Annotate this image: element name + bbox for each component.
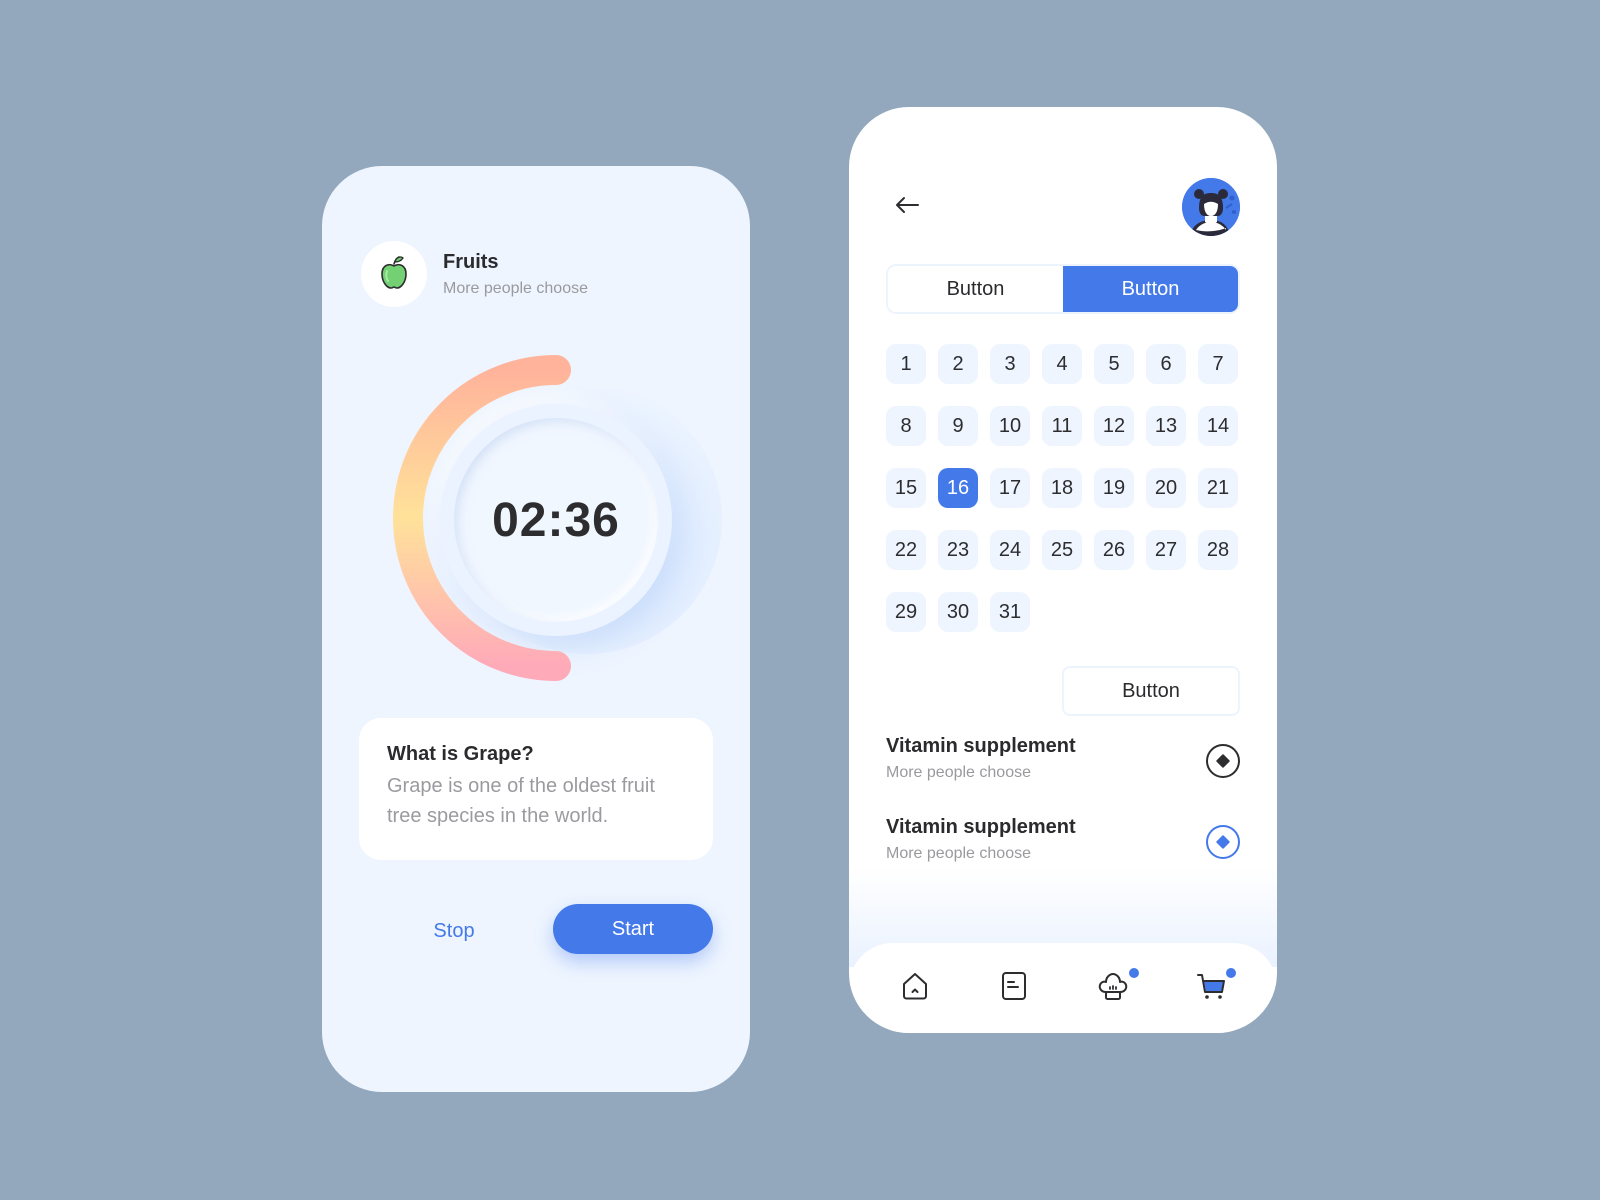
arrow-left-icon	[894, 195, 920, 220]
diamond-icon	[1215, 753, 1231, 769]
segment-button-2[interactable]: Button	[1063, 266, 1238, 312]
calendar-day[interactable]: 29	[886, 592, 926, 632]
calendar-day[interactable]: 14	[1198, 406, 1238, 446]
countdown-timer: 02:36	[382, 344, 722, 684]
calendar-day[interactable]: 5	[1094, 344, 1134, 384]
calendar-day[interactable]: 22	[886, 530, 926, 570]
cart-icon	[1196, 971, 1228, 1006]
calendar-screen: Button Button 1 2 3 4 5 6 7 8 9 10 11 12 13 14 15 16 17 1…	[849, 107, 1277, 1033]
start-button[interactable]: Start	[553, 904, 713, 954]
calendar-day[interactable]: 27	[1146, 530, 1186, 570]
nav-cart[interactable]	[1190, 966, 1236, 1010]
calendar-day[interactable]: 20	[1146, 468, 1186, 508]
avatar-illustration	[1182, 178, 1240, 236]
calendar-day[interactable]: 25	[1042, 530, 1082, 570]
calendar-day[interactable]: 2	[938, 344, 978, 384]
back-button[interactable]	[889, 189, 925, 225]
option-item[interactable]: Vitamin supplement More people choose	[886, 815, 1240, 871]
calendar-grid: 1 2 3 4 5 6 7 8 9 10 11 12 13 14 15 16 17 18 19 20 21 22 23 24 2…	[886, 344, 1240, 632]
radio-button[interactable]	[1206, 744, 1240, 778]
nav-recipes[interactable]	[1091, 966, 1139, 1010]
timer-value: 02:36	[492, 493, 620, 547]
calendar-day-selected[interactable]: 16	[938, 468, 978, 508]
calendar-day[interactable]: 31	[990, 592, 1030, 632]
calendar-day[interactable]: 10	[990, 406, 1030, 446]
option-item[interactable]: Vitamin supplement More people choose	[886, 734, 1240, 790]
stop-button[interactable]: Stop	[394, 906, 514, 956]
info-card-body: Grape is one of the oldest fruit tree sp…	[387, 775, 655, 827]
calendar-day[interactable]: 24	[990, 530, 1030, 570]
calendar-day[interactable]: 23	[938, 530, 978, 570]
category-title: Fruits	[443, 250, 499, 273]
calendar-day[interactable]: 17	[990, 468, 1030, 508]
info-card: What is Grape? Grape is one of the oldes…	[359, 718, 713, 860]
option-title: Vitamin supplement	[886, 816, 1076, 838]
category-subtitle: More people choose	[443, 279, 588, 297]
calendar-day[interactable]: 11	[1042, 406, 1082, 446]
nav-home[interactable]	[893, 966, 937, 1010]
calendar-day[interactable]: 8	[886, 406, 926, 446]
calendar-day[interactable]: 4	[1042, 344, 1082, 384]
calendar-day[interactable]: 26	[1094, 530, 1134, 570]
calendar-day[interactable]: 19	[1094, 468, 1134, 508]
category-avatar	[361, 241, 427, 307]
document-icon	[1000, 971, 1028, 1006]
calendar-day[interactable]: 13	[1146, 406, 1186, 446]
option-subtitle: More people choose	[886, 764, 1031, 781]
apple-icon	[379, 255, 409, 294]
secondary-button[interactable]: Button	[1062, 666, 1240, 716]
chef-hat-icon	[1097, 971, 1129, 1006]
calendar-day[interactable]: 21	[1198, 468, 1238, 508]
user-avatar[interactable]	[1182, 178, 1240, 236]
notification-badge	[1225, 968, 1236, 978]
calendar-day[interactable]: 3	[990, 344, 1030, 384]
diamond-icon	[1215, 834, 1231, 850]
nav-documents[interactable]	[992, 966, 1036, 1010]
calendar-day[interactable]: 12	[1094, 406, 1134, 446]
calendar-day[interactable]: 28	[1198, 530, 1238, 570]
segmented-control: Button Button	[886, 264, 1240, 314]
calendar-day[interactable]: 6	[1146, 344, 1186, 384]
timer-screen: Fruits More people choose 02:36 What is …	[322, 166, 750, 1092]
calendar-day[interactable]: 9	[938, 406, 978, 446]
home-icon	[900, 971, 930, 1006]
option-title: Vitamin supplement	[886, 735, 1076, 757]
calendar-day[interactable]: 1	[886, 344, 926, 384]
info-card-title: What is Grape?	[387, 743, 534, 765]
category-header: Fruits More people choose	[361, 241, 588, 307]
bottom-nav	[849, 943, 1277, 1033]
calendar-day[interactable]: 18	[1042, 468, 1082, 508]
option-subtitle: More people choose	[886, 845, 1031, 862]
calendar-day[interactable]: 7	[1198, 344, 1238, 384]
notification-badge	[1128, 968, 1139, 978]
segment-button-1[interactable]: Button	[888, 266, 1063, 312]
radio-button[interactable]	[1206, 825, 1240, 859]
calendar-day[interactable]: 30	[938, 592, 978, 632]
calendar-day[interactable]: 15	[886, 468, 926, 508]
